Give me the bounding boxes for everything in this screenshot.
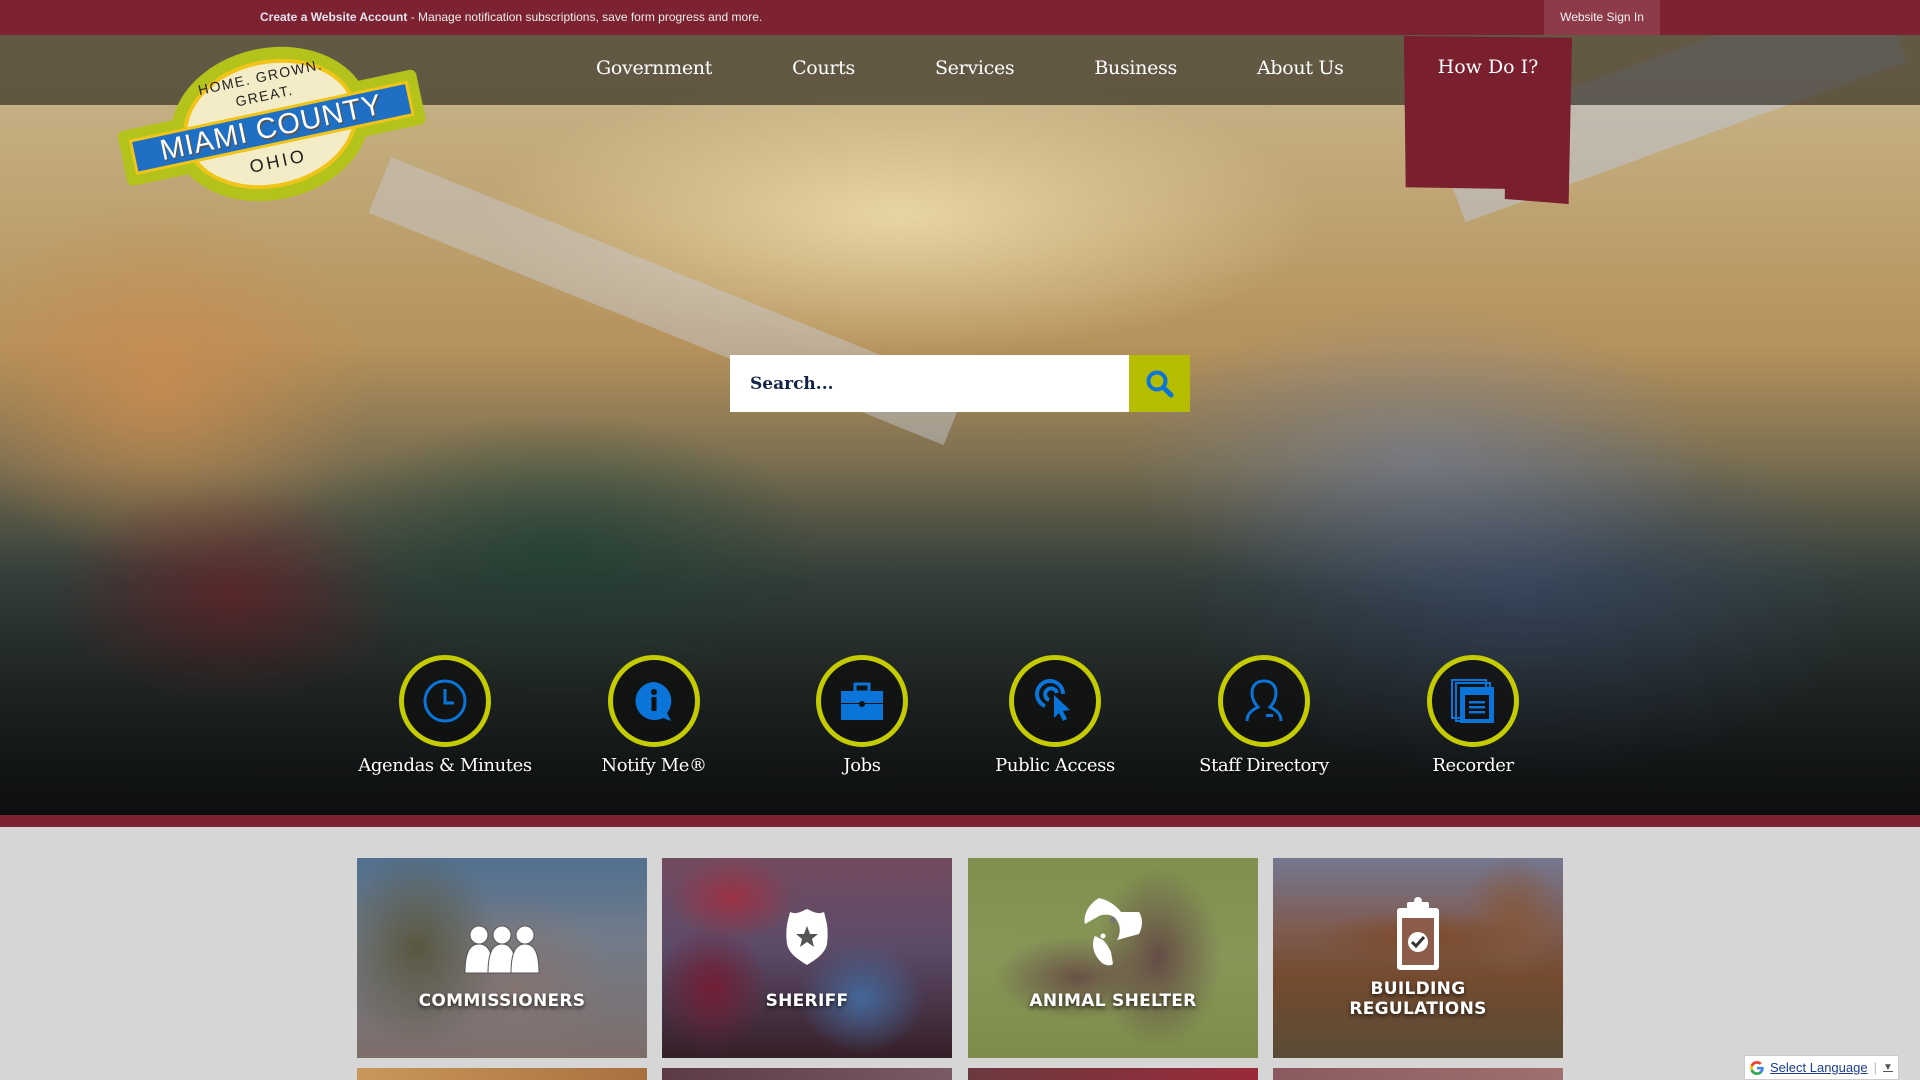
tile-icon-wrap	[662, 908, 952, 966]
tile-icon-wrap	[968, 896, 1258, 968]
briefcase-icon	[841, 682, 883, 720]
tile-label: SHERIFF	[765, 991, 849, 1011]
quick-link-label: Agendas & Minutes	[358, 755, 532, 776]
tile-label: ANIMAL SHELTER	[1029, 991, 1197, 1011]
icon-ring	[1218, 655, 1310, 747]
website-sign-in-button[interactable]: Website Sign In	[1544, 0, 1660, 35]
tile-row2-partial[interactable]	[1273, 1068, 1563, 1080]
nav-item-government[interactable]: Government	[556, 35, 752, 105]
documents-icon	[1451, 679, 1494, 723]
county-seal-graphic: HOME. GROWN. GREAT. MIAMI COUNTY MIAMI C…	[117, 46, 426, 202]
quick-link-label: Staff Directory	[1199, 755, 1329, 776]
tile-row2-partial[interactable]	[968, 1068, 1258, 1080]
quick-link-label: Recorder	[1432, 755, 1514, 776]
tile-commissioners[interactable]: COMMISSIONERS	[357, 858, 647, 1058]
icon-ring	[816, 655, 908, 747]
search-button[interactable]	[1129, 355, 1190, 412]
tile-sheriff[interactable]: SHERIFF	[662, 858, 952, 1058]
site-search	[730, 355, 1190, 412]
tile-row2-partial[interactable]	[357, 1068, 647, 1080]
dog-cat-icon	[1084, 898, 1142, 966]
icon-ring	[1427, 655, 1519, 747]
nav-item-business[interactable]: Business	[1054, 35, 1217, 105]
quick-link-label: Jobs	[843, 755, 881, 776]
quick-link-jobs[interactable]: Jobs	[762, 655, 962, 776]
tile-icon-wrap	[357, 924, 647, 974]
tile-icon-wrap	[1273, 896, 1563, 972]
tile-row2-partial[interactable]	[662, 1068, 952, 1080]
quick-links: Agendas & Minutes Notify Me® Jobs Public…	[0, 655, 1920, 815]
county-logo[interactable]: HOME. GROWN. GREAT. MIAMI COUNTY MIAMI C…	[108, 40, 433, 205]
quick-link-agendas-minutes[interactable]: Agendas & Minutes	[345, 655, 545, 776]
quick-link-notify-me[interactable]: Notify Me®	[554, 655, 754, 776]
icon-ring	[1009, 655, 1101, 747]
tile-label: COMMISSIONERS	[418, 991, 586, 1011]
info-bubble-icon	[635, 682, 672, 721]
top-utility-bar: Create a Website Account - Manage notifi…	[0, 0, 1920, 35]
quick-link-public-access[interactable]: Public Access	[955, 655, 1155, 776]
hero-bottom-strip	[0, 815, 1920, 827]
badge-icon	[786, 909, 828, 965]
quick-link-recorder[interactable]: Recorder	[1373, 655, 1573, 776]
how-do-i-label: How Do I?	[1437, 56, 1539, 78]
icon-ring	[608, 655, 700, 747]
tile-label-line2: REGULATIONS	[1349, 999, 1487, 1019]
create-account-link[interactable]: Create a Website Account	[260, 10, 407, 24]
tile-animal-shelter[interactable]: ANIMAL SHELTER	[968, 858, 1258, 1058]
select-language-link[interactable]: Select Language	[1770, 1060, 1868, 1075]
group-icon	[464, 925, 540, 974]
divider: |	[1873, 1060, 1877, 1075]
quick-link-staff-directory[interactable]: Staff Directory	[1164, 655, 1364, 776]
pointer-click-icon	[1035, 679, 1070, 721]
tile-building-regulations[interactable]: BUILDING REGULATIONS	[1273, 858, 1563, 1058]
icon-ring	[399, 655, 491, 747]
account-prompt: Create a Website Account - Manage notifi…	[260, 0, 762, 35]
main-nav: Government Courts Services Business Abou…	[556, 35, 1384, 105]
google-g-icon	[1750, 1060, 1764, 1075]
quick-link-label: Public Access	[995, 755, 1115, 776]
nav-item-about-us[interactable]: About Us	[1217, 35, 1384, 105]
search-input[interactable]	[730, 355, 1129, 412]
tile-label-line1: BUILDING	[1370, 979, 1466, 999]
account-description: - Manage notification subscriptions, sav…	[407, 10, 763, 24]
quick-link-label: Notify Me®	[601, 755, 707, 776]
chevron-down-icon[interactable]: ▼	[1883, 1062, 1893, 1073]
search-icon	[1146, 370, 1173, 397]
nav-item-how-do-i[interactable]: How Do I?	[1404, 36, 1572, 204]
google-translate-widget[interactable]: Select Language | ▼	[1744, 1055, 1899, 1080]
clock-icon	[423, 679, 467, 723]
nav-item-services[interactable]: Services	[895, 35, 1054, 105]
clipboard-check-icon	[1397, 897, 1439, 970]
person-icon	[1245, 679, 1283, 722]
nav-item-courts[interactable]: Courts	[752, 35, 895, 105]
